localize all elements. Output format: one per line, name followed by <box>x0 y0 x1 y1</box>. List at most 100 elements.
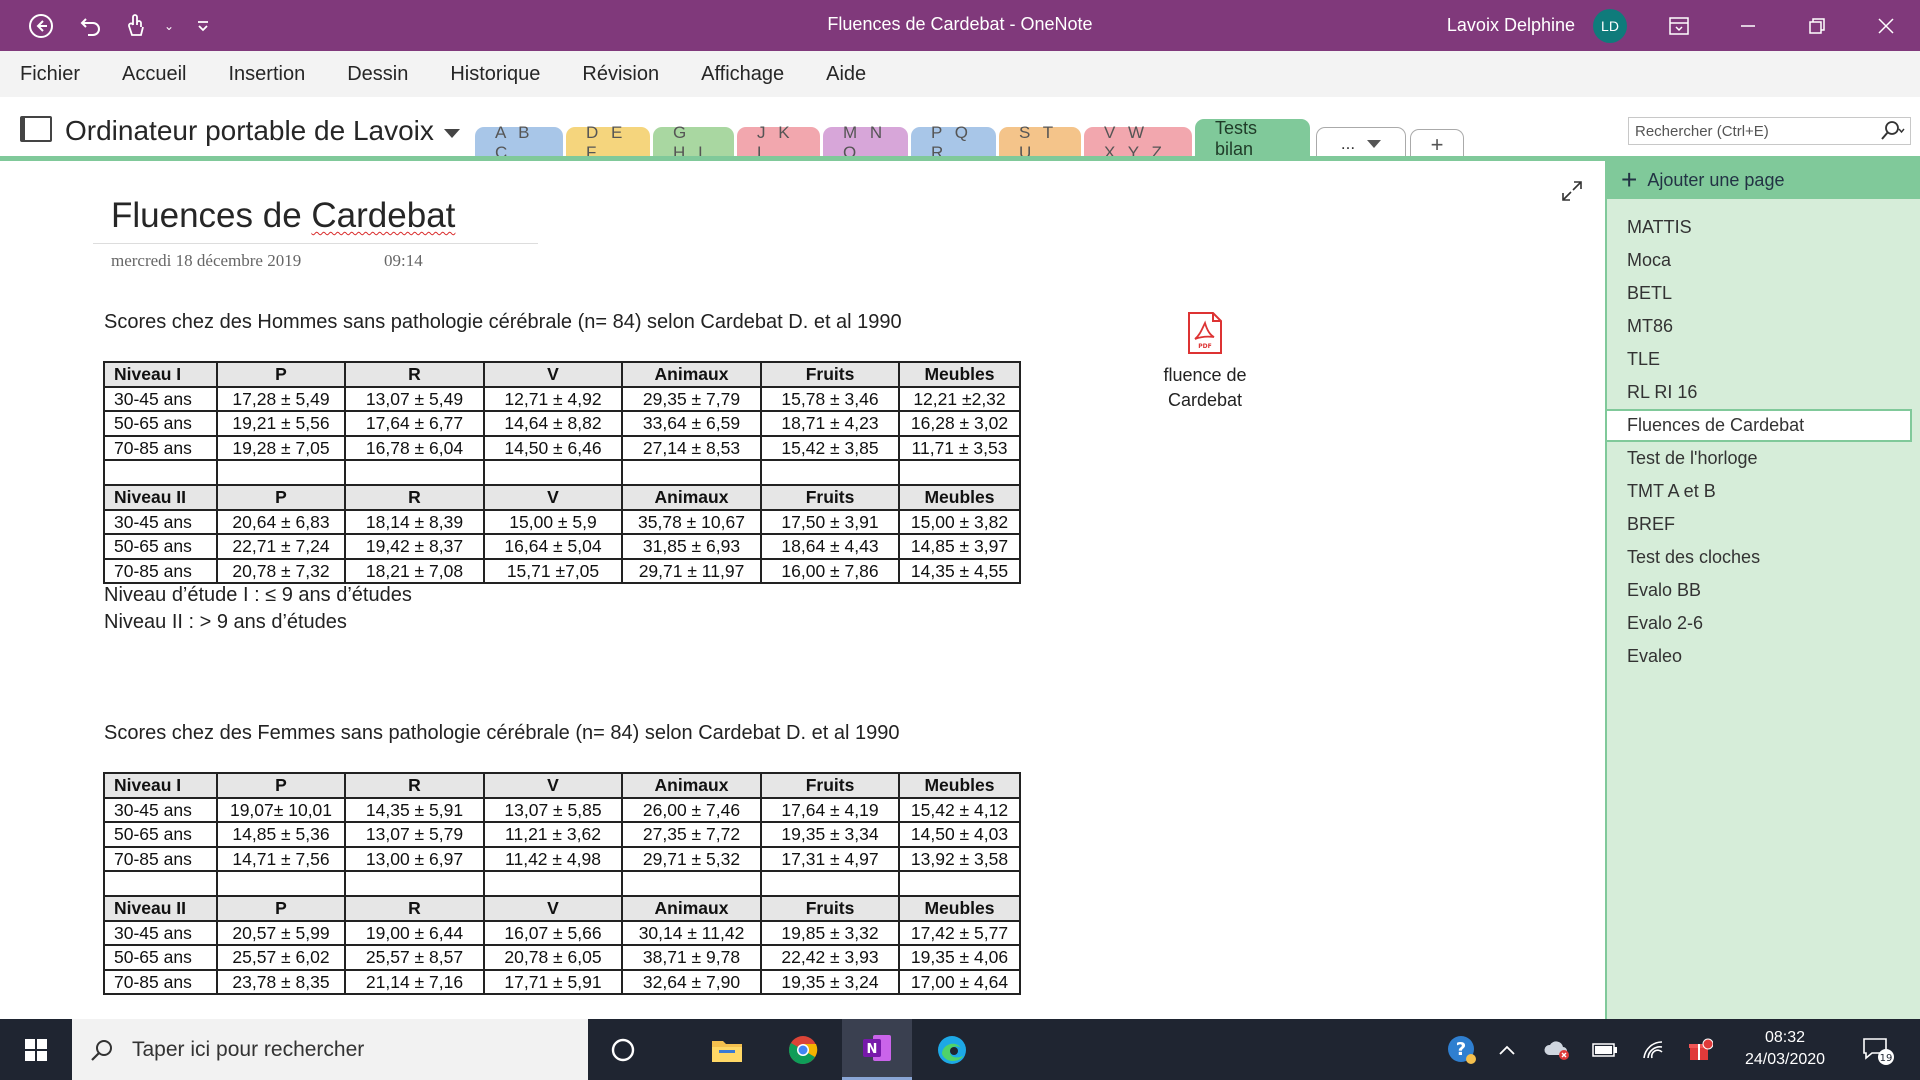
table-cell: 17,50 ± 3,91 <box>760 508 900 536</box>
menu-fichier[interactable]: Fichier <box>20 63 80 86</box>
row-label-cell: Niveau I <box>103 772 218 799</box>
edge-icon[interactable] <box>917 1019 987 1080</box>
onedrive-error-icon[interactable] <box>1540 1019 1574 1080</box>
search-icon[interactable] <box>1874 118 1910 144</box>
table-cell: 13,92 ± 3,58 <box>898 845 1021 873</box>
page-list-item[interactable]: Test des cloches <box>1607 541 1920 574</box>
task-view-icon[interactable] <box>588 1019 658 1080</box>
page-list-item[interactable]: BREF <box>1607 508 1920 541</box>
table-cell: 14,85 ± 5,36 <box>216 821 346 848</box>
user-name[interactable]: Lavoix Delphine <box>1447 15 1575 36</box>
tab-tests-bilan[interactable]: Tests bilan <box>1195 118 1310 159</box>
menu-insertion[interactable]: Insertion <box>229 63 306 86</box>
table-cell: 15,78 ± 3,46 <box>760 385 900 413</box>
table-cell: 15,42 ± 3,85 <box>760 434 900 462</box>
page-list-item[interactable]: Evalo 2-6 <box>1607 607 1920 640</box>
table-header-row: Niveau I P R V Animaux Fruits Meubles <box>103 772 1021 799</box>
pdf-attachment[interactable]: PDF fluence de Cardebat <box>1145 311 1265 413</box>
tab-section[interactable]: G H I <box>653 123 734 162</box>
restore-icon[interactable] <box>1782 0 1851 51</box>
attachment-label: fluence de <box>1163 365 1247 385</box>
table-cell <box>344 459 485 486</box>
wifi-icon[interactable] <box>1636 1019 1670 1080</box>
tab-section[interactable]: P Q R <box>911 123 996 162</box>
customize-toolbar-icon[interactable] <box>188 7 218 45</box>
add-section-button[interactable]: + <box>1410 129 1464 159</box>
chevron-up-icon[interactable] <box>1492 1019 1522 1080</box>
help-icon[interactable]: ? <box>1442 1019 1482 1080</box>
table-cell: 12,21 ±2,32 <box>898 385 1021 413</box>
page-list-item[interactable]: Test de l'horloge <box>1607 442 1920 475</box>
menu-revision[interactable]: Révision <box>582 63 659 86</box>
notebook-dropdown-icon[interactable] <box>444 129 460 138</box>
back-icon[interactable] <box>22 7 60 45</box>
chrome-icon[interactable] <box>768 1019 838 1080</box>
tab-section[interactable]: A B C <box>475 123 563 162</box>
tab-section[interactable]: M N O <box>823 123 908 162</box>
table-cell: 16,28 ± 3,02 <box>898 410 1021 437</box>
page-list-item[interactable]: Evaleo <box>1607 640 1920 673</box>
table-cell: 18,21 ± 7,08 <box>344 557 485 585</box>
menu-aide[interactable]: Aide <box>826 63 866 86</box>
table-cell: 32,64 ± 7,90 <box>621 968 762 996</box>
chevron-down-icon[interactable]: ⌄ <box>162 7 176 45</box>
table-cell: 17,64 ± 6,77 <box>344 410 485 437</box>
close-icon[interactable] <box>1851 0 1920 51</box>
menu-dessin[interactable]: Dessin <box>347 63 408 86</box>
ribbon-display-icon[interactable] <box>1644 0 1713 51</box>
table-cell: 15,71 ±7,05 <box>483 557 623 585</box>
more-sections-button[interactable]: ... <box>1316 127 1406 159</box>
page-list-item[interactable]: Fluences de Cardebat <box>1605 409 1912 442</box>
row-label-cell: 50-65 ans <box>103 410 218 437</box>
table-row: 50-65 ans 19,21 ± 5,56 17,64 ± 6,77 14,64 ±… <box>103 410 1021 437</box>
menu-affichage[interactable]: Affichage <box>701 63 784 86</box>
clock[interactable]: 08:32 24/03/2020 <box>1730 1027 1840 1071</box>
undo-icon[interactable] <box>72 7 110 45</box>
table-cell <box>483 870 623 897</box>
table-cell: 11,21 ± 3,62 <box>483 821 623 848</box>
table-cell: Fruits <box>760 772 900 799</box>
row-label-cell: 70-85 ans <box>103 434 218 462</box>
expand-icon[interactable] <box>1560 179 1588 207</box>
page-title[interactable]: Fluences de Cardebat <box>111 196 455 236</box>
windows-start-icon[interactable] <box>0 1019 72 1080</box>
notebook-icon[interactable] <box>20 116 52 142</box>
tab-section[interactable]: J K L <box>737 123 820 162</box>
touch-mode-icon[interactable] <box>122 7 150 45</box>
table-cell: Animaux <box>621 772 762 799</box>
action-center-icon[interactable]: 19 <box>1852 1019 1902 1080</box>
add-page-button[interactable]: + Ajouter une page <box>1607 161 1920 199</box>
table-cell: 11,71 ± 3,53 <box>898 434 1021 462</box>
notebook-name[interactable]: Ordinateur portable de Lavoix <box>65 115 434 147</box>
page-list-item[interactable]: Evalo BB <box>1607 574 1920 607</box>
onenote-icon[interactable]: N <box>842 1019 912 1080</box>
battery-icon[interactable] <box>1588 1019 1622 1080</box>
svg-text:N: N <box>867 1042 878 1057</box>
table-cell: Fruits <box>760 894 900 922</box>
page-list-item[interactable]: RL RI 16 <box>1607 376 1920 409</box>
file-explorer-icon[interactable] <box>692 1019 762 1080</box>
table-cell: P <box>216 483 346 511</box>
page-canvas[interactable]: Fluences de Cardebat mercredi 18 décembr… <box>0 161 1605 1019</box>
page-list-item[interactable]: BETL <box>1607 277 1920 310</box>
page-list-item[interactable]: Moca <box>1607 244 1920 277</box>
row-label-cell: 70-85 ans <box>103 968 218 996</box>
avatar[interactable]: LD <box>1593 9 1627 43</box>
gift-notification-icon[interactable] <box>1683 1019 1717 1080</box>
tab-section[interactable]: S T U <box>999 123 1081 162</box>
tab-section[interactable]: V W X Y Z <box>1084 123 1192 162</box>
minimize-icon[interactable] <box>1713 0 1782 51</box>
menu-historique[interactable]: Historique <box>450 63 540 86</box>
page-list-item[interactable]: TMT A et B <box>1607 475 1920 508</box>
table-cell: 11,42 ± 4,98 <box>483 845 623 873</box>
tab-section[interactable]: D E F <box>566 123 650 162</box>
table-cell <box>898 870 1021 897</box>
menu-accueil[interactable]: Accueil <box>122 63 186 86</box>
table-caption: Scores chez des Femmes sans pathologie c… <box>104 722 900 744</box>
row-label-cell: 50-65 ans <box>103 821 218 848</box>
page-list-item[interactable]: TLE <box>1607 343 1920 376</box>
page-list-item[interactable]: MATTIS <box>1607 211 1920 244</box>
page-list-item[interactable]: MT86 <box>1607 310 1920 343</box>
search-input[interactable] <box>1629 118 1874 144</box>
taskbar-search[interactable]: Taper ici pour rechercher <box>72 1019 588 1080</box>
